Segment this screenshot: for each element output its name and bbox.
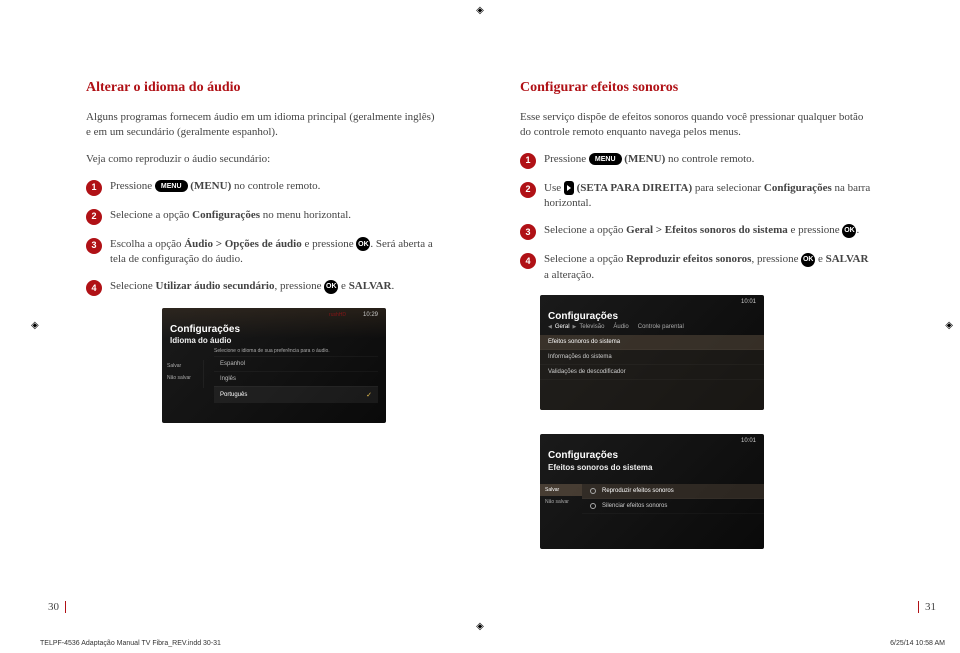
row-play-effects: Reproduzir efeitos sonoros: [582, 484, 764, 499]
screen-body: Efeitos sonoros do sistema Informações d…: [540, 335, 764, 410]
right-step-1-text: Pressione MENU (MENU) no controle remoto…: [544, 152, 874, 167]
screen-header: Configurações: [548, 450, 618, 461]
screen-side-cancel: Não salvar: [540, 496, 582, 508]
page-number-right: 31: [918, 601, 936, 613]
right-step-4-text: Selecione a opção Reproduzir efeitos son…: [544, 252, 874, 283]
check-icon: ✓: [366, 391, 372, 399]
screenshot-sound-effects: 10:01 Configurações Efeitos sonoros do s…: [540, 434, 764, 549]
right-step-3-text: Selecione a opção Geral > Efeitos sonoro…: [544, 223, 874, 238]
right-step-2: 2 Use (SETA PARA DIREITA) para seleciona…: [520, 181, 874, 212]
step-number-3: 3: [520, 224, 536, 240]
ok-button-pill: OK: [324, 280, 338, 294]
registration-mark-left: ◈: [31, 320, 39, 331]
footer-timestamp: 6/25/14 10:58 AM: [890, 640, 945, 647]
screen-header: Configurações: [548, 311, 618, 322]
screen-sidebar: Salvar Não salvar: [162, 360, 204, 388]
right-step-3: 3 Selecione a opção Geral > Efeitos sono…: [520, 223, 874, 240]
screen-effects-list: Reproduzir efeitos sonoros Silenciar efe…: [582, 484, 764, 514]
screenshot-audio-language: rushHD 10:29 Configurações Idioma do áud…: [162, 308, 386, 423]
screen-side-save: Salvar: [540, 484, 582, 496]
left-step-3-text: Escolha a opção Áudio > Opções de áudio …: [110, 237, 440, 268]
left-step-1-text: Pressione MENU (MENU) no controle remoto…: [110, 179, 440, 194]
ok-button-pill: OK: [801, 253, 815, 267]
left-step-1: 1 Pressione MENU (MENU) no controle remo…: [86, 179, 440, 196]
row-mute-effects: Silenciar efeitos sonoros: [582, 499, 764, 514]
menu-button-pill: MENU: [589, 153, 622, 165]
right-step-1: 1 Pressione MENU (MENU) no controle remo…: [520, 152, 874, 169]
footer-metadata: TELPF-4536 Adaptação Manual TV Fibra_REV…: [40, 640, 945, 647]
menu-button-pill: MENU: [155, 180, 188, 192]
right-step-4: 4 Selecione a opção Reproduzir efeitos s…: [520, 252, 874, 283]
row-system-info: Informações do sistema: [540, 350, 764, 365]
footer-filename: TELPF-4536 Adaptação Manual TV Fibra_REV…: [40, 640, 221, 647]
screen-network-label: rushHD: [329, 312, 346, 318]
crumb-tv: Televisão: [579, 324, 604, 330]
crumb-audio: Áudio: [613, 324, 628, 330]
left-column: Alterar o idioma do áudio Alguns program…: [86, 80, 440, 549]
screen-time: 10:01: [741, 438, 756, 444]
right-column: Configurar efeitos sonoros Esse serviço …: [520, 80, 874, 549]
radio-icon: [590, 488, 596, 494]
screen-lang-pt: Português✓: [214, 386, 378, 403]
step-number-4: 4: [86, 280, 102, 296]
left-heading: Alterar o idioma do áudio: [86, 80, 440, 96]
right-intro-1: Esse serviço dispõe de efeitos sonoros q…: [520, 110, 874, 140]
crumb-arrow-icon: ▶: [573, 324, 577, 330]
registration-mark-bottom: ◈: [476, 621, 484, 632]
row-decoder-validation: Validações de descodificador: [540, 365, 764, 380]
crumb-parental: Controle parental: [638, 324, 684, 330]
screen-subheader: Idioma do áudio: [170, 336, 231, 345]
registration-mark-right: ◈: [945, 320, 953, 331]
row-sound-effects: Efeitos sonoros do sistema: [540, 335, 764, 350]
screen-lang-en: Inglês: [214, 371, 378, 386]
screen-language-list: Espanhol Inglês Português✓: [214, 356, 378, 403]
arrow-right-icon: [564, 181, 574, 195]
right-heading: Configurar efeitos sonoros: [520, 80, 874, 96]
left-step-4: 4 Selecione Utilizar áudio secundário, p…: [86, 279, 440, 296]
screenshot-config-general: 10:01 Configurações ◀ Geral ▶ Televisão …: [540, 295, 764, 410]
screen-lang-es: Espanhol: [214, 356, 378, 371]
screen-sidebar: Salvar Não salvar: [540, 484, 582, 508]
left-step-2: 2 Selecione a opção Configurações no men…: [86, 208, 440, 225]
step-number-1: 1: [520, 153, 536, 169]
screen-header: Configurações: [170, 324, 240, 335]
radio-icon: [590, 503, 596, 509]
screen-subheader: Efeitos sonoros do sistema: [548, 463, 652, 472]
screen-time: 10:01: [741, 299, 756, 305]
right-step-2-text: Use (SETA PARA DIREITA) para selecionar …: [544, 181, 874, 212]
step-number-1: 1: [86, 180, 102, 196]
step-number-2: 2: [86, 209, 102, 225]
ok-button-pill: OK: [842, 224, 856, 238]
step-number-3: 3: [86, 238, 102, 254]
left-step-3: 3 Escolha a opção Áudio > Opções de áudi…: [86, 237, 440, 268]
content-columns: Alterar o idioma do áudio Alguns program…: [86, 80, 874, 549]
screen-side-save: Salvar: [162, 360, 203, 372]
step-number-2: 2: [520, 182, 536, 198]
step-number-4: 4: [520, 253, 536, 269]
left-step-4-text: Selecione Utilizar áudio secundário, pre…: [110, 279, 440, 294]
ok-button-pill: OK: [356, 237, 370, 251]
left-intro-1: Alguns programas fornecem áudio em um id…: [86, 110, 440, 140]
left-intro-2: Veja como reproduzir o áudio secundário:: [86, 152, 440, 167]
crumb-general: Geral: [555, 324, 570, 330]
crumb-arrow-icon: ◀: [548, 324, 552, 330]
screen-side-cancel: Não salvar: [162, 372, 203, 384]
screen-breadcrumb: ◀ Geral ▶ Televisão Áudio Controle paren…: [548, 324, 684, 330]
screen-time: 10:29: [363, 312, 378, 318]
screen-description: Selecione o idioma de sua preferência pa…: [214, 348, 330, 354]
registration-mark-top: ◈: [476, 5, 484, 16]
page-number-left: 30: [48, 601, 66, 613]
left-step-2-text: Selecione a opção Configurações no menu …: [110, 208, 440, 223]
